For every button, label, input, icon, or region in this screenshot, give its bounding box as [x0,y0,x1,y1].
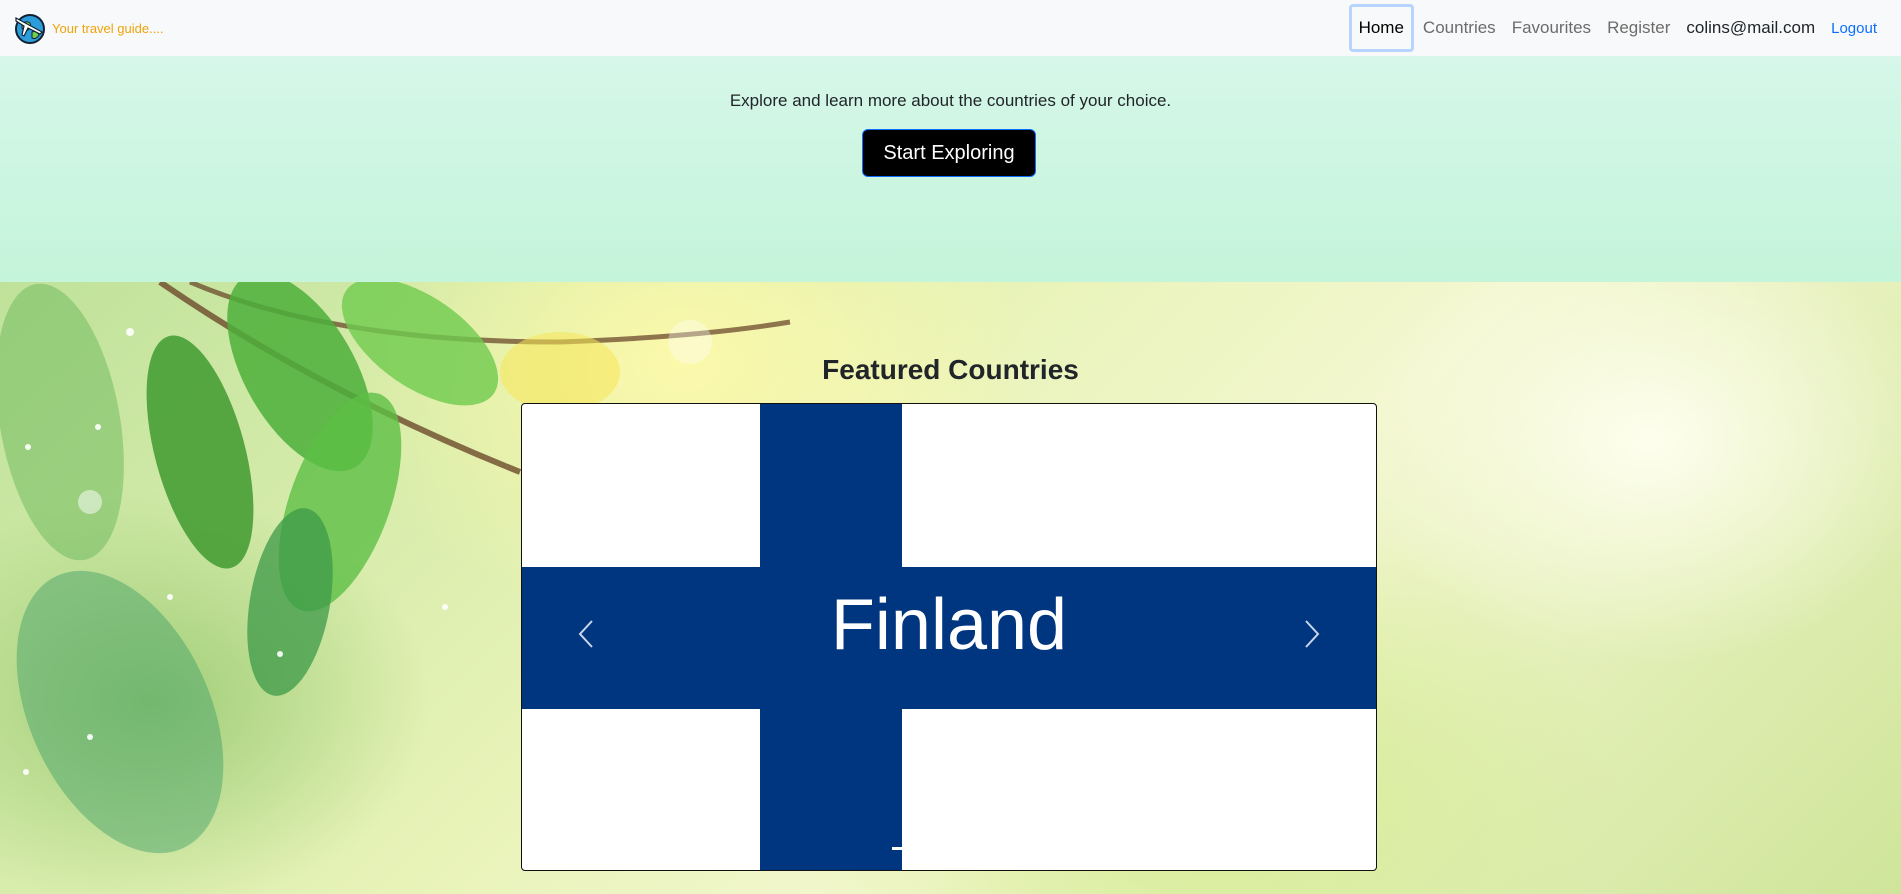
navbar: Your travel guide.... Home Countries Fav… [0,0,1901,56]
nav-register[interactable]: Register [1599,4,1678,52]
carousel-next-button[interactable] [1292,604,1332,664]
carousel-caption: Finland [830,585,1068,665]
chevron-right-icon [1305,620,1320,648]
brand-tagline: Your travel guide.... [52,20,164,36]
user-email: colins@mail.com [1686,18,1816,37]
featured-countries-heading: Featured Countries [822,354,1079,385]
hero-text: Explore and learn more about the countri… [729,91,1172,110]
carousel-indicator[interactable] [892,847,922,850]
globe-plane-logo-icon [15,14,45,44]
featured-section: Featured Countries Finland [0,282,1901,894]
carousel-prev-button[interactable] [566,604,606,664]
featured-carousel: Finland [521,403,1377,871]
start-exploring-button[interactable]: Start Exploring [862,129,1036,177]
brand[interactable]: Your travel guide.... [12,10,164,46]
nav-home[interactable]: Home [1348,4,1414,52]
chevron-left-icon [578,620,593,648]
nav-links: Home Countries Favourites Register colin… [1348,0,1889,56]
nav-favourites[interactable]: Favourites [1504,4,1599,52]
logout-link[interactable]: Logout [1823,20,1889,37]
nav-countries[interactable]: Countries [1415,4,1504,52]
hero-section: Explore and learn more about the countri… [0,56,1901,282]
